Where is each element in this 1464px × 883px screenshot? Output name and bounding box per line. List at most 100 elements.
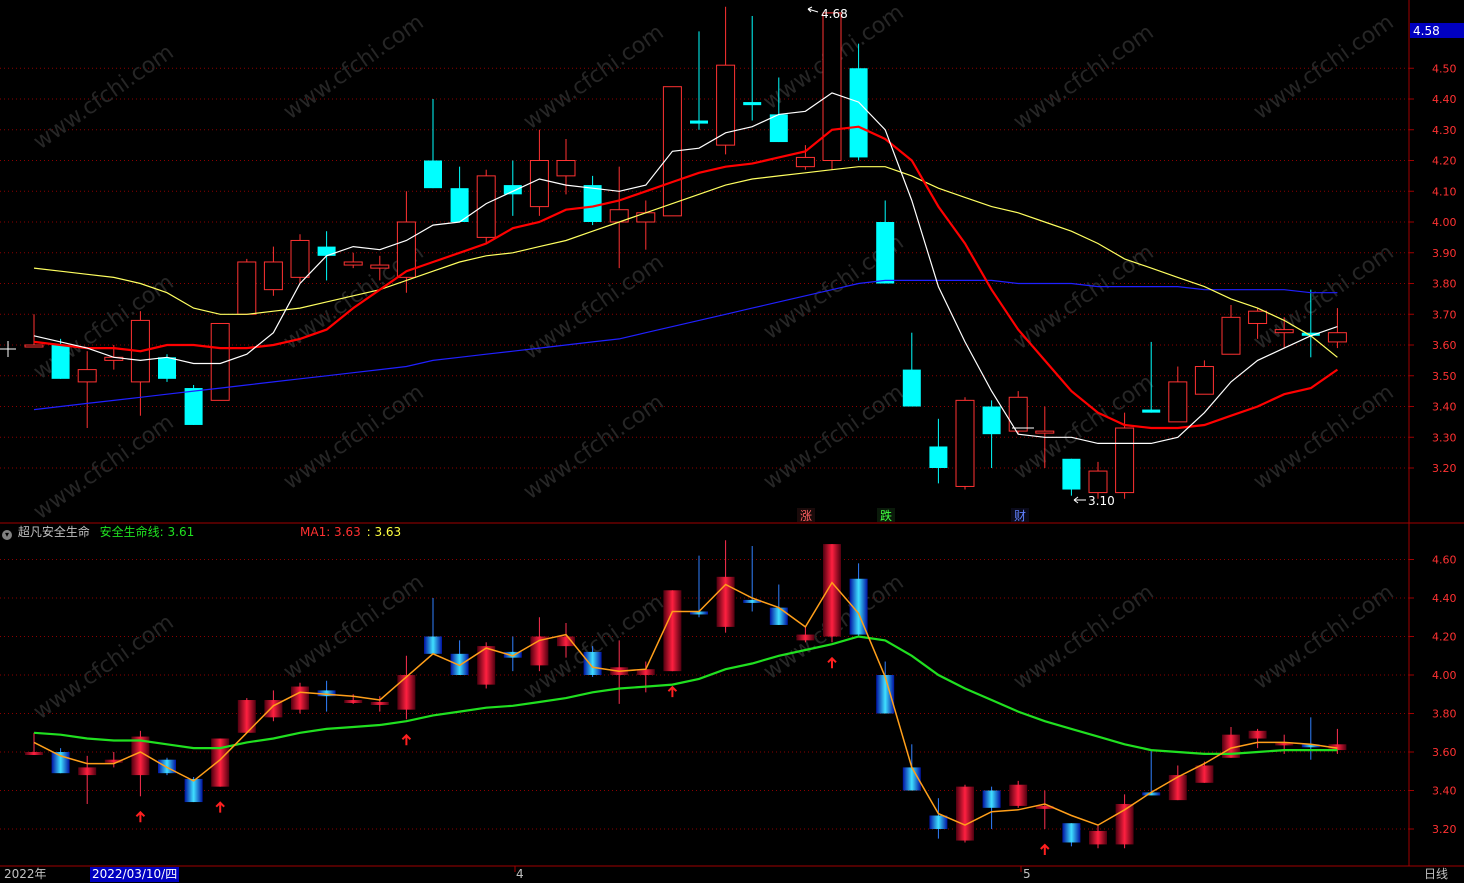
indicator-bar-up: [796, 634, 815, 641]
watermark-text: www.cfchi.com: [1009, 20, 1158, 135]
signal-arrow-icon: [401, 733, 412, 746]
candle-body-up: [1115, 427, 1135, 494]
price-tick-label: 4.10: [1432, 185, 1457, 198]
candle-body-up: [290, 239, 310, 278]
tag-fall[interactable]: 跌: [880, 508, 892, 523]
high-marker: 4.68: [807, 6, 848, 21]
candle-body-up: [1168, 381, 1188, 423]
indicator-bar-up: [1195, 765, 1214, 783]
indicator-tick-label: 4.60: [1432, 554, 1457, 567]
price-axis-bottom: 3.20 3.40 3.60 3.80 4.00 4.20 4.40 4.60: [1409, 554, 1457, 836]
candle-body-down: [503, 185, 522, 195]
watermark-text: www.cfchi.com: [29, 410, 178, 525]
signal-arrow-icon: [827, 656, 837, 669]
indicator-tick-label: 4.40: [1432, 592, 1457, 605]
indicator-bar-up: [1248, 730, 1267, 739]
period-button[interactable]: 日线: [1424, 866, 1448, 883]
signal-arrow-icon: [667, 685, 678, 698]
indicator-tick-label: 3.40: [1432, 785, 1457, 798]
ma1-line: [33, 581, 1338, 826]
candle-body-down: [424, 160, 442, 189]
watermark-text: www.cfchi.com: [759, 380, 908, 495]
indicator-bar-up: [1168, 775, 1187, 801]
month-4-label: 4: [516, 867, 524, 881]
indicator-bar-down: [982, 790, 1001, 808]
candle-body-up: [476, 175, 496, 238]
high-price-label: 4.68: [821, 7, 848, 21]
candle-body-up: [343, 261, 363, 266]
signal-arrow-icon: [135, 810, 146, 823]
year-label: 2022年: [4, 867, 47, 881]
safe-line-label: 安全生命线: 3.61: [99, 525, 195, 539]
watermark-text: www.cfchi.com: [29, 270, 178, 385]
price-tick-label: 3.20: [1432, 462, 1457, 475]
candle-body-down: [743, 102, 762, 106]
candle-body-down: [690, 120, 708, 124]
candle-body-down: [902, 369, 921, 407]
tag-finance[interactable]: 财: [1014, 509, 1026, 523]
candle-body-up: [237, 261, 257, 315]
candle-body-up: [955, 399, 975, 487]
cursor-date-label: 2022/03/10/四: [90, 867, 180, 882]
candle-body-up: [529, 160, 549, 208]
indicator-bar-up: [1009, 784, 1028, 806]
indicator-bar-up: [344, 700, 363, 704]
candle-body-down: [982, 406, 1001, 435]
indicator-bar-up: [25, 752, 43, 755]
price-tick-label: 3.60: [1432, 339, 1457, 352]
indicator-bar-down: [1062, 823, 1081, 843]
signal-arrow-icon: [1040, 843, 1050, 855]
candle-body-down: [1062, 458, 1081, 490]
indicator-bar-up: [956, 786, 974, 841]
candle-body-up: [77, 369, 97, 383]
candle-body-down: [583, 185, 602, 222]
candle-body-up: [24, 344, 44, 348]
price-tick-label: 3.30: [1432, 431, 1457, 444]
month-5-label: 5: [1023, 867, 1031, 881]
candle-body-up: [1274, 329, 1294, 334]
time-axis: 2022年 2022/03/10/四 4 5 日线: [0, 866, 1464, 883]
candle-body-up: [1194, 366, 1214, 395]
candle-body-up: [1221, 316, 1241, 355]
indicator-name[interactable]: 超凡安全生命: [18, 525, 90, 539]
price-tick-label: 4.50: [1432, 62, 1457, 75]
indicator-bar-down: [450, 653, 469, 675]
watermark-text: www.cfchi.com: [519, 390, 668, 505]
indicator-bar-up: [370, 701, 389, 705]
price-tick-label: 4.20: [1432, 155, 1457, 168]
candle-body-up: [795, 156, 815, 168]
candle-body-up: [1088, 470, 1108, 494]
signal-arrow-icon: [215, 801, 225, 813]
candle-body-up: [822, 12, 842, 162]
indicator-bar-down: [583, 651, 602, 675]
price-tick-label: 3.50: [1432, 370, 1457, 383]
price-tick-label: 3.90: [1432, 247, 1457, 260]
indicator-tick-label: 3.20: [1432, 823, 1457, 836]
indicator-bar-up: [663, 590, 682, 672]
indicator-bar-up: [291, 686, 309, 710]
candle-body-up: [1008, 396, 1028, 432]
indicator-ma-bar: MA1: 3.63 : 3.63: [300, 524, 401, 540]
candle-body-down: [1142, 409, 1161, 413]
indicator-collapse-icon[interactable]: ▾: [2, 530, 12, 540]
candle-body-down: [876, 222, 895, 284]
safe-life-line: [33, 635, 1338, 755]
indicator-tick-label: 4.00: [1432, 669, 1457, 682]
candle-body-up: [556, 160, 576, 177]
price-tick-label: 4.40: [1432, 93, 1457, 106]
price-tick-label: 3.80: [1432, 278, 1457, 291]
tag-rise[interactable]: 涨: [800, 508, 812, 523]
watermarks: www.cfchi.com www.cfchi.com www.cfchi.com w…: [29, 0, 1398, 725]
candle-body-down: [929, 446, 948, 468]
candle-body-up: [1327, 332, 1347, 343]
watermark-text: www.cfchi.com: [279, 10, 428, 125]
indicator-bar-up: [1089, 830, 1107, 845]
ma1-label: MA1: 3.63: [300, 525, 361, 539]
indicator-tick-label: 4.20: [1432, 631, 1457, 644]
indicator-lines: [33, 581, 1338, 826]
indicator-tick-label: 3.80: [1432, 708, 1457, 721]
candle-body-up: [263, 261, 283, 291]
stock-chart[interactable]: www.cfchi.com www.cfchi.com www.cfchi.com w…: [0, 0, 1464, 883]
low-price-label: 3.10: [1088, 494, 1115, 508]
candle-body-down: [849, 68, 868, 158]
